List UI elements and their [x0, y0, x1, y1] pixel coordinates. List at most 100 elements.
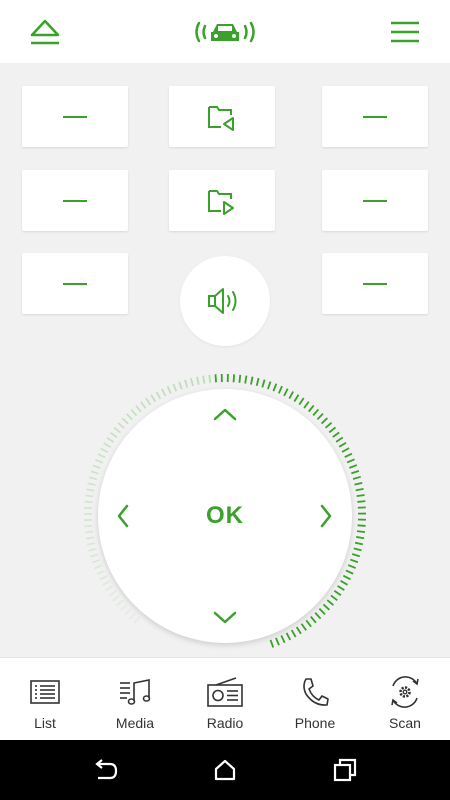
- volume-tick: [355, 488, 364, 492]
- preset-button-5[interactable]: [22, 253, 128, 314]
- dash-icon: [63, 115, 87, 118]
- volume-tick: [102, 580, 111, 586]
- volume-tick: [86, 542, 96, 546]
- volume-tick: [288, 391, 294, 400]
- volume-tick: [326, 599, 334, 606]
- nav-item-scan[interactable]: Scan: [360, 658, 450, 741]
- chevron-down-icon: [213, 611, 237, 624]
- volume-tick: [90, 470, 99, 475]
- volume-tick: [295, 626, 302, 635]
- volume-tick: [87, 482, 96, 486]
- volume-tick: [320, 417, 328, 425]
- preset-button-4[interactable]: [322, 170, 428, 231]
- volume-tick: [86, 488, 95, 492]
- volume-tick: [330, 594, 338, 602]
- nav-item-phone[interactable]: Phone: [270, 658, 360, 741]
- volume-tick: [85, 536, 95, 540]
- volume-tick: [277, 385, 283, 394]
- volume-tick: [290, 629, 297, 638]
- volume-tick: [92, 464, 101, 470]
- volume-tick: [275, 637, 280, 646]
- dash-icon: [363, 282, 387, 285]
- volume-tick: [202, 375, 206, 384]
- car-connection-button[interactable]: [193, 12, 257, 52]
- preset-button-3[interactable]: [22, 170, 128, 231]
- up-button[interactable]: [210, 399, 240, 429]
- volume-tick: [272, 383, 278, 392]
- volume-tick: [300, 623, 307, 631]
- volume-tick: [353, 547, 362, 552]
- volume-tick: [112, 595, 120, 602]
- volume-tick: [88, 547, 97, 552]
- volume-tick: [356, 494, 365, 498]
- volume-tick: [184, 379, 189, 388]
- volume-tick: [91, 559, 101, 564]
- volume-tick: [269, 639, 275, 648]
- system-home-button[interactable]: [210, 755, 240, 785]
- nav-item-list[interactable]: List: [0, 658, 90, 741]
- volume-tick: [145, 397, 152, 406]
- volume-tick: [267, 381, 272, 390]
- volume-tick: [96, 569, 105, 575]
- ok-button[interactable]: OK: [195, 498, 255, 534]
- dash-icon: [63, 199, 87, 202]
- volume-tick: [99, 575, 108, 581]
- volume-tick: [161, 388, 167, 397]
- volume-tick: [354, 541, 364, 546]
- volume-button[interactable]: [180, 256, 270, 346]
- volume-tick: [84, 500, 93, 504]
- scan-icon: [391, 676, 419, 708]
- volume-tick: [84, 524, 93, 528]
- volume-tick: [84, 530, 94, 534]
- nav-item-radio[interactable]: Radio: [180, 658, 270, 741]
- volume-tick: [314, 612, 322, 620]
- volume-tick: [120, 604, 128, 611]
- chevron-left-icon: [117, 504, 129, 528]
- volume-tick: [261, 379, 266, 388]
- preset-button-1[interactable]: [22, 86, 128, 147]
- volume-tick: [305, 619, 312, 628]
- car-connected-icon: [195, 21, 255, 43]
- volume-tick: [347, 564, 356, 569]
- volume-tick: [133, 616, 141, 624]
- nav-label-media: Media: [115, 715, 155, 731]
- media-icon: [120, 679, 151, 705]
- volume-tick: [190, 377, 194, 387]
- list-icon: [30, 680, 60, 704]
- volume-tick: [244, 375, 248, 384]
- right-button[interactable]: [311, 501, 341, 531]
- chevron-up-icon: [213, 408, 237, 421]
- recents-icon: [333, 758, 357, 782]
- menu-button[interactable]: [385, 12, 425, 52]
- dash-icon: [363, 115, 387, 118]
- next-folder-button[interactable]: [169, 170, 275, 231]
- eject-icon: [30, 19, 60, 45]
- folder-previous-icon: [208, 105, 234, 131]
- previous-folder-button[interactable]: [169, 86, 275, 147]
- volume-tick: [328, 426, 337, 434]
- down-button[interactable]: [210, 602, 240, 632]
- volume-tick: [172, 383, 178, 392]
- volume-tick: [352, 475, 361, 480]
- system-recents-button[interactable]: [330, 755, 360, 785]
- volume-tick: [335, 436, 344, 443]
- volume-tick: [121, 417, 129, 425]
- eject-button[interactable]: [25, 12, 65, 52]
- volume-tick: [316, 413, 324, 421]
- volume-tick: [356, 530, 366, 534]
- system-back-button[interactable]: [90, 755, 120, 785]
- volume-tick: [232, 374, 235, 383]
- preset-button-6[interactable]: [322, 253, 428, 314]
- volume-tick: [283, 388, 289, 397]
- volume-tick: [324, 421, 333, 429]
- phone-icon: [303, 678, 329, 706]
- volume-icon: [208, 288, 237, 314]
- volume-tick: [238, 374, 242, 383]
- nav-item-media[interactable]: Media: [90, 658, 180, 741]
- volume-tick: [280, 635, 286, 644]
- volume-tick: [178, 381, 183, 390]
- preset-button-2[interactable]: [322, 86, 428, 147]
- volume-tick: [341, 447, 350, 453]
- volume-tick: [346, 458, 355, 464]
- left-button[interactable]: [108, 501, 138, 531]
